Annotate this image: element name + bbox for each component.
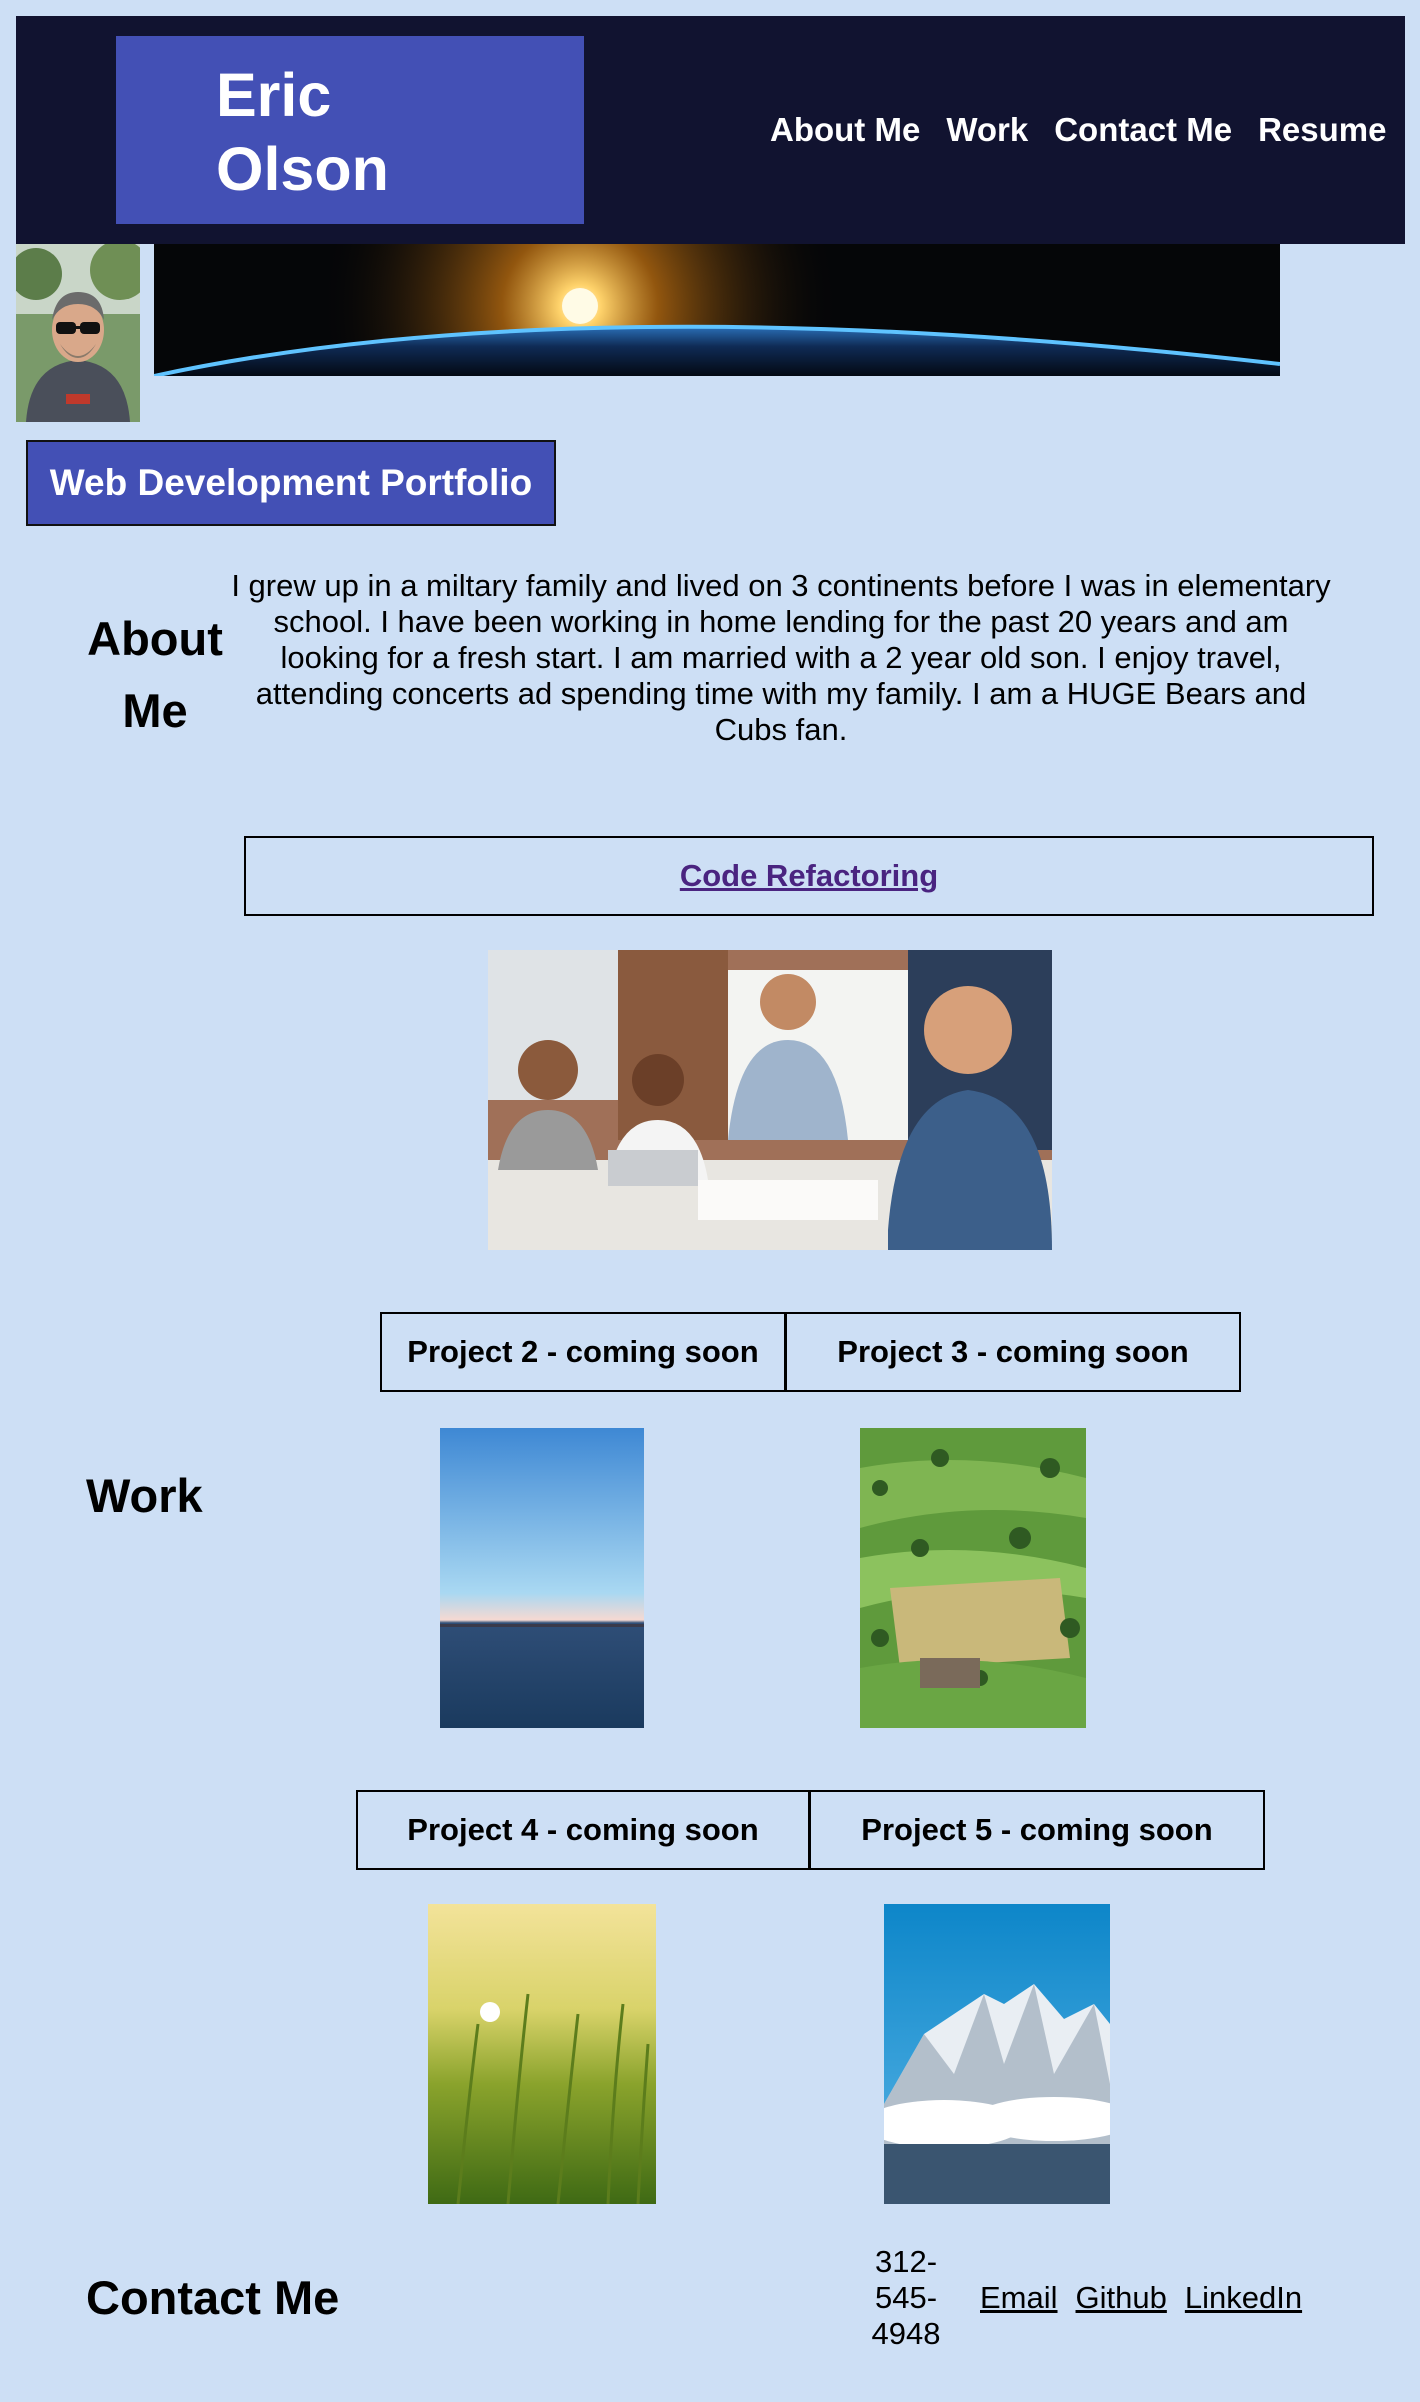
site-title: Eric Olson [216, 58, 389, 206]
phone-line1: 312- [874, 2244, 938, 2279]
linkedin-link[interactable]: LinkedIn [1185, 2280, 1302, 2316]
nav-link-work[interactable]: Work [946, 108, 1028, 152]
code-refactoring-link[interactable]: Code Refactoring [680, 858, 938, 894]
nav-link-resume[interactable]: Resume [1258, 108, 1386, 152]
project-box-5[interactable]: Project 5 - coming soon [809, 1790, 1265, 1870]
email-link[interactable]: Email [980, 2280, 1058, 2316]
project-box-4[interactable]: Project 4 - coming soon [356, 1790, 810, 1870]
site-title-line2: Olson [216, 135, 389, 203]
code-refactoring-image[interactable] [488, 950, 1052, 1250]
about-heading-line2: Me [122, 684, 188, 737]
profile-photo [16, 244, 140, 422]
github-link[interactable]: Github [1076, 2280, 1167, 2316]
project-box-2[interactable]: Project 2 - coming soon [380, 1312, 786, 1392]
project-3-image[interactable] [860, 1428, 1086, 1728]
nav-link-contact-me[interactable]: Contact Me [1054, 108, 1232, 152]
phone-line3: 4948 [871, 2316, 941, 2351]
work-heading: Work [86, 1469, 203, 1522]
about-heading-line1: About [87, 612, 223, 665]
project-5-image[interactable] [884, 1904, 1110, 2204]
phone-number: 312- 545- 4948 [862, 2244, 950, 2352]
project-4-image[interactable] [428, 1904, 656, 2204]
site-title-line1: Eric [216, 61, 332, 129]
contact-links: Email Github LinkedIn [980, 2280, 1302, 2316]
project-box-3[interactable]: Project 3 - coming soon [785, 1312, 1241, 1392]
contact-heading: Contact Me [86, 2271, 340, 2324]
project-box-code-refactoring: Code Refactoring [244, 836, 1374, 916]
about-heading: About Me [80, 600, 230, 748]
portfolio-badge: Web Development Portfolio [26, 440, 556, 526]
nav-link-about-me[interactable]: About Me [770, 108, 920, 152]
phone-line2: 545- [874, 2280, 938, 2315]
main-nav: About Me Work Contact Me Resume [770, 108, 1386, 152]
project-2-image[interactable] [440, 1428, 644, 1728]
space-banner-image [154, 244, 1280, 376]
about-text: I grew up in a miltary family and lived … [231, 568, 1331, 747]
